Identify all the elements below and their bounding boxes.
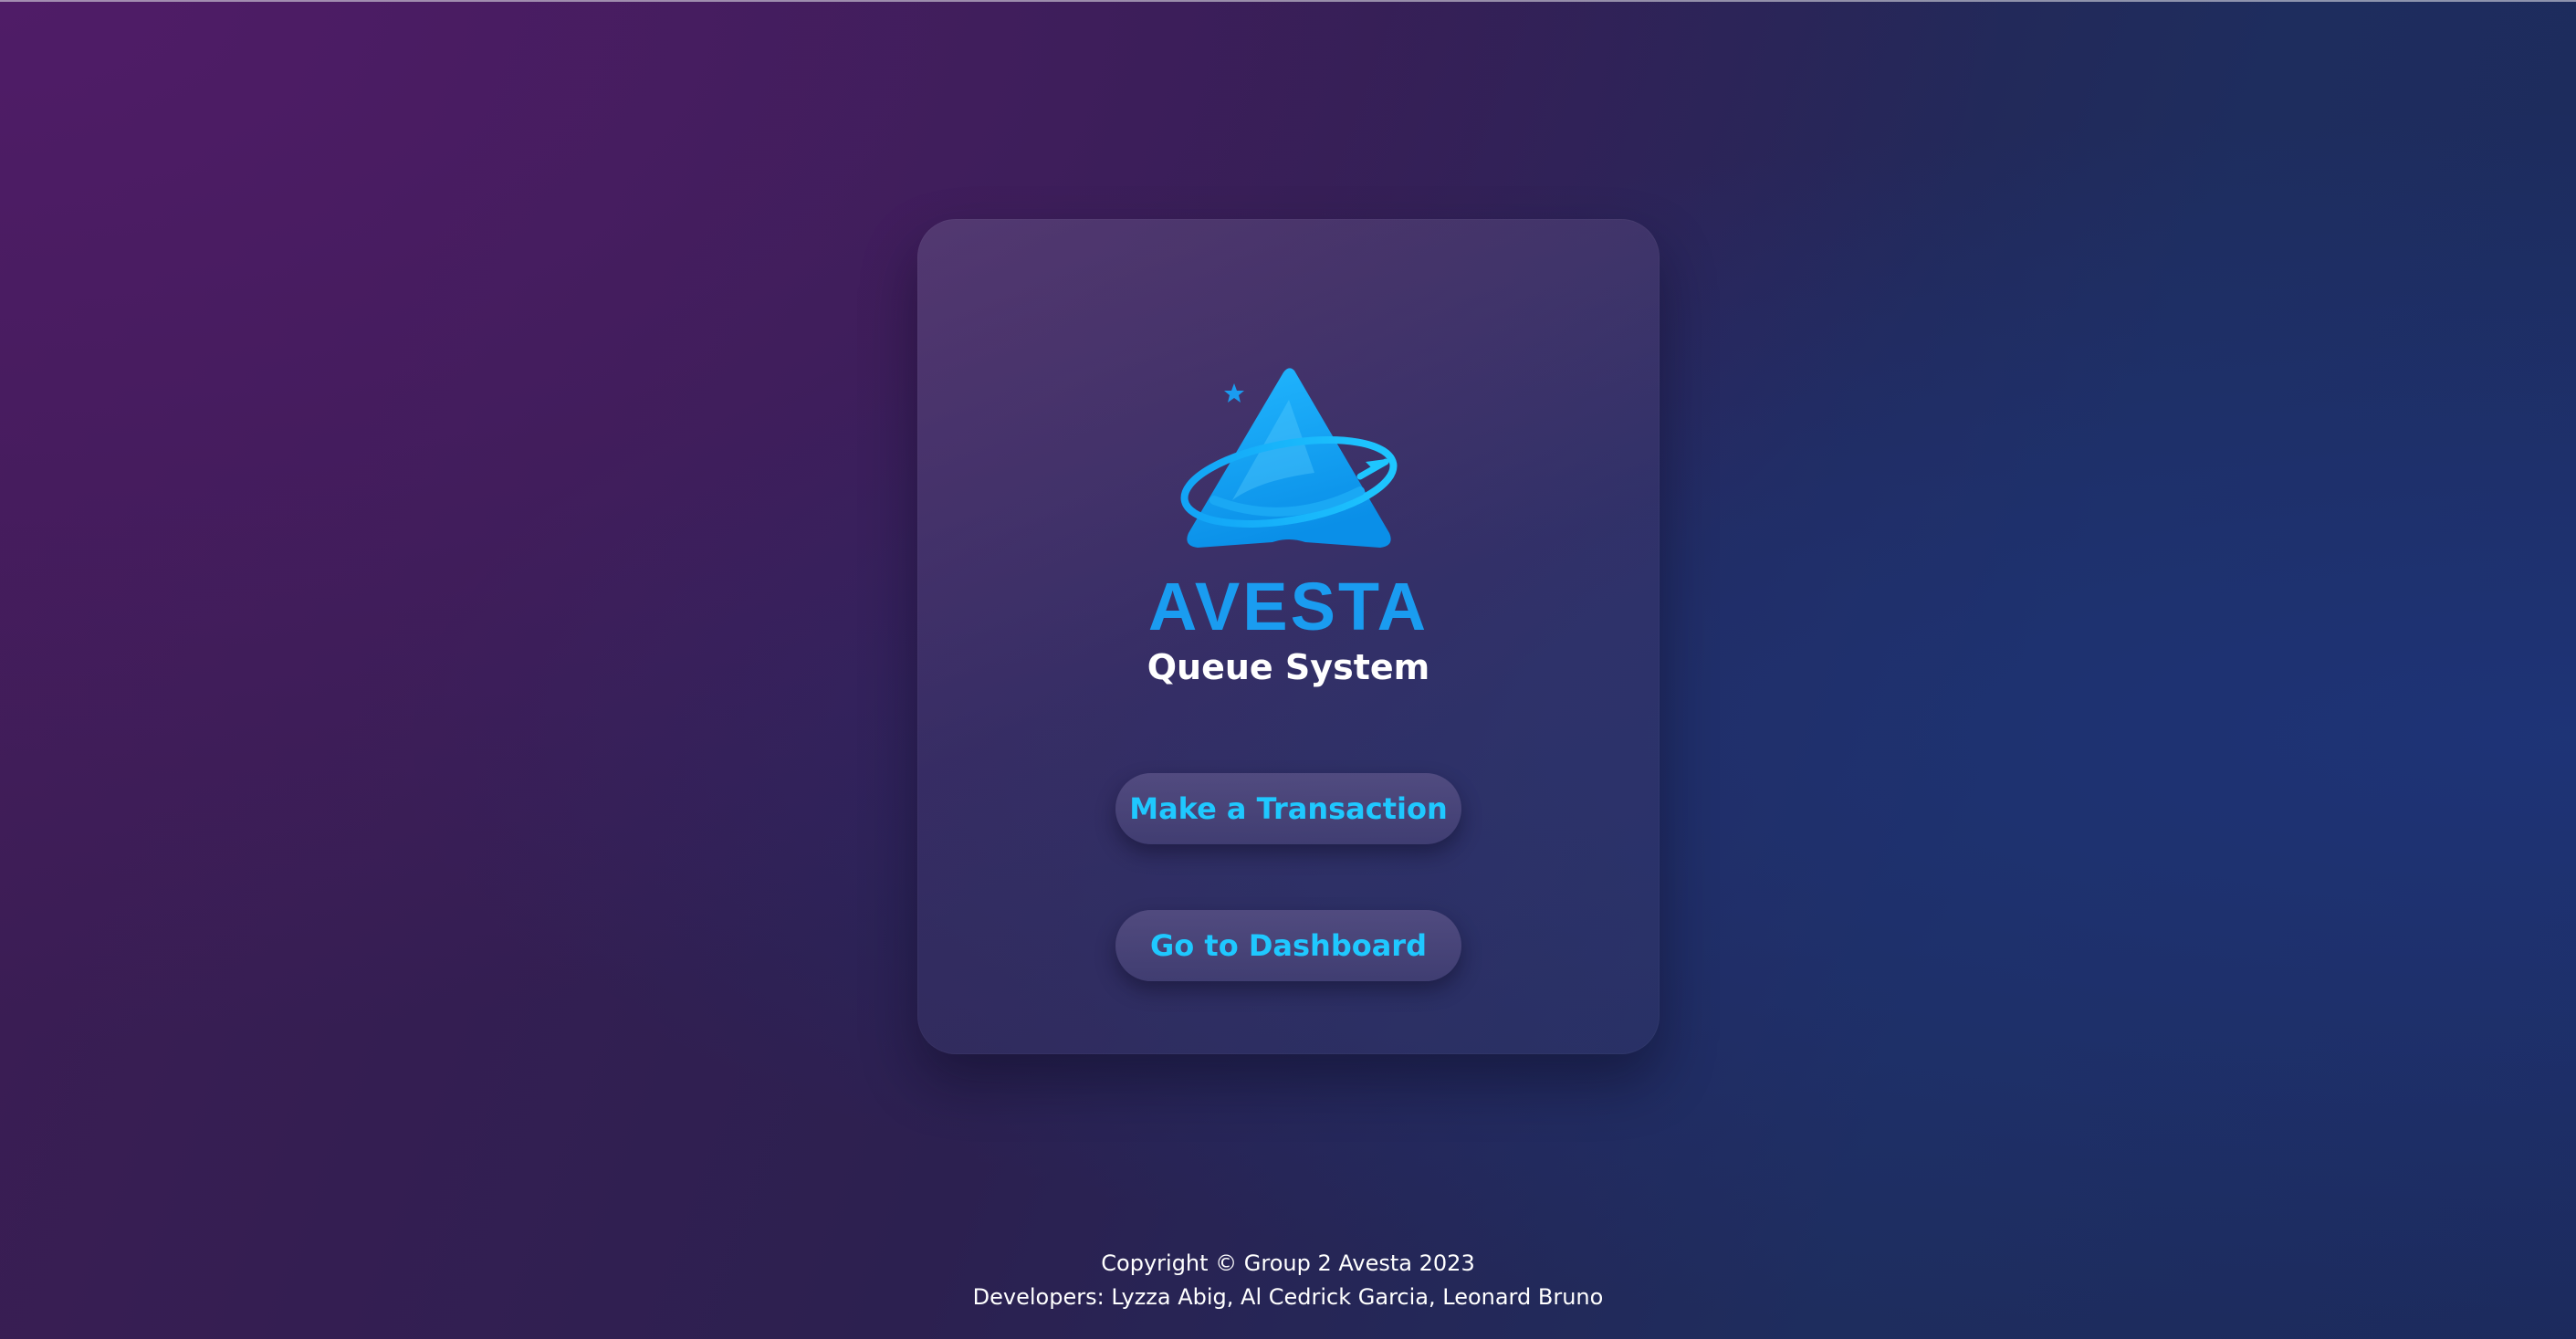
- window-top-border: [0, 0, 2576, 2]
- footer-developers: Developers: Lyzza Abig, Al Cedrick Garci…: [972, 1284, 1604, 1310]
- brand-title: AVESTA: [1147, 569, 1429, 644]
- brand-subtitle: Queue System: [1147, 647, 1430, 687]
- footer-copyright: Copyright © Group 2 Avesta 2023: [1101, 1250, 1475, 1276]
- go-to-dashboard-button[interactable]: Go to Dashboard: [1115, 910, 1461, 981]
- make-transaction-button[interactable]: Make a Transaction: [1115, 773, 1461, 844]
- avesta-logo-icon: [1178, 363, 1400, 555]
